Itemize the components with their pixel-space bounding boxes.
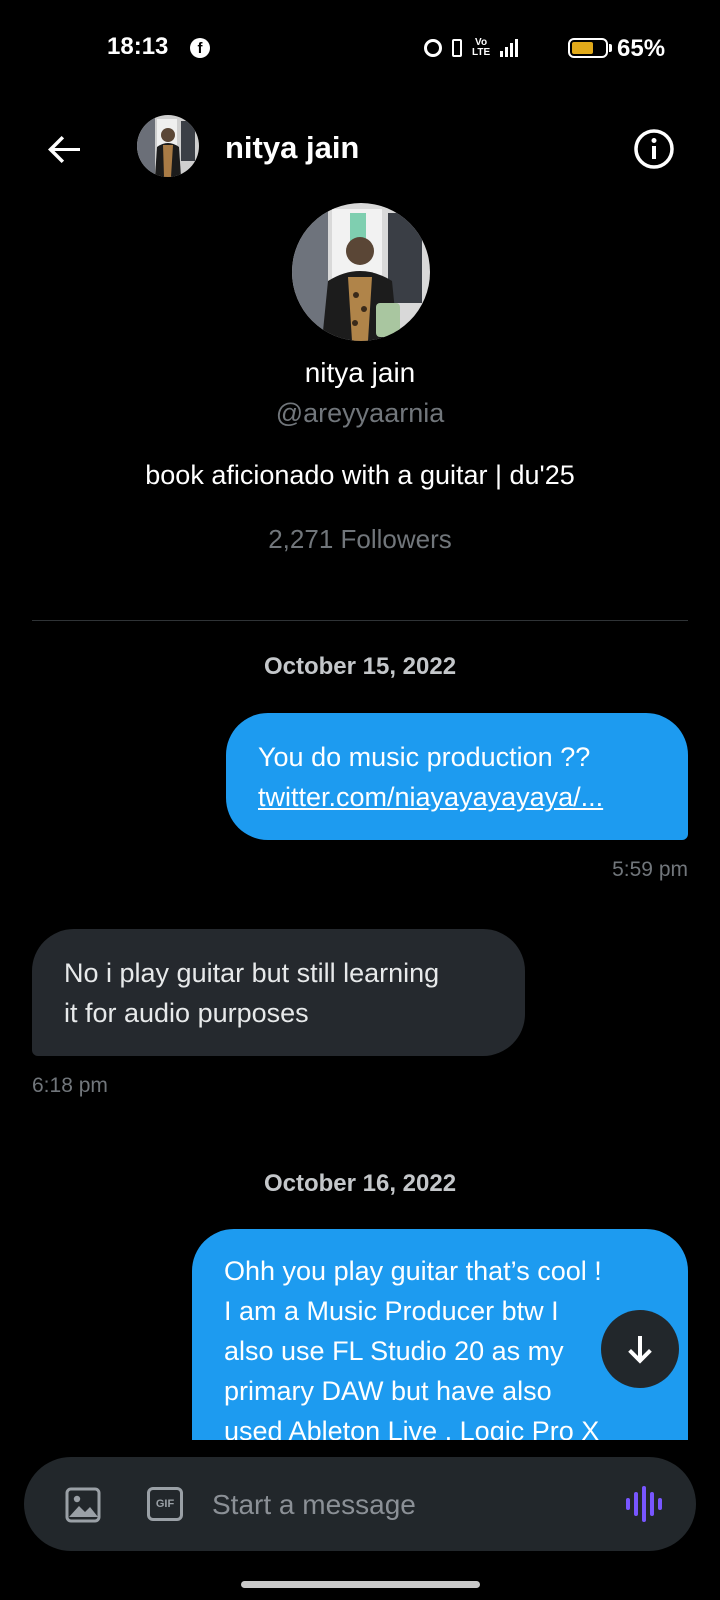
battery-percentage: 65% (617, 35, 666, 62)
date-separator: October 15, 2022 (263, 653, 457, 680)
battery-icon (568, 38, 608, 58)
header-avatar[interactable] (137, 115, 199, 177)
image-button[interactable] (64, 1486, 102, 1524)
image-icon (65, 1487, 101, 1523)
signal-icon (500, 39, 519, 57)
arrow-left-icon (48, 136, 80, 163)
header-name[interactable]: nitya jain (225, 130, 359, 166)
info-icon (634, 129, 674, 169)
message-timestamp: 5:59 pm (612, 858, 688, 881)
battery-tip (609, 44, 612, 52)
message-text-line: used Ableton Live , Logic Pro X (224, 1416, 600, 1440)
message-text-line: I am a Music Producer btw I (224, 1296, 559, 1326)
message-input[interactable] (212, 1483, 592, 1527)
voice-message-button[interactable] (624, 1484, 666, 1524)
divider (32, 620, 688, 621)
message-timestamp: 6:18 pm (32, 1074, 108, 1097)
profile-handle: @areyyaarnia (275, 398, 445, 428)
profile-name: nitya jain (304, 357, 416, 388)
voice-waveform-icon (626, 1486, 662, 1522)
gif-button[interactable]: GIF (147, 1487, 183, 1521)
home-indicator (241, 1581, 480, 1588)
message-link[interactable]: twitter.com/niayayayayaya/... (258, 782, 603, 812)
status-icons: Vo LTE (424, 36, 519, 60)
status-time: 18:13 (107, 33, 169, 60)
message-text-line: it for audio purposes (64, 998, 309, 1028)
alarm-icon (424, 39, 442, 57)
message-bubble-incoming[interactable]: No i play guitar but still learning it f… (32, 929, 525, 1056)
volte-icon: Vo LTE (472, 37, 491, 58)
message-text-line: Ohh you play guitar that’s cool ! (224, 1256, 602, 1286)
info-button[interactable] (633, 128, 675, 170)
facebook-notification-icon: f (190, 38, 210, 58)
message-text: You do music production ?? (258, 742, 591, 772)
vibrate-icon (452, 39, 462, 57)
followers-count[interactable]: 2,271 Followers (0, 524, 720, 555)
message-text-line: primary DAW but have also (224, 1376, 552, 1406)
profile-avatar[interactable] (292, 203, 430, 341)
scroll-to-bottom-button[interactable] (601, 1310, 679, 1388)
date-separator: October 16, 2022 (263, 1170, 457, 1197)
message-text-line: also use FL Studio 20 as my (224, 1336, 564, 1366)
message-text-line: No i play guitar but still learning (64, 958, 440, 988)
message-bubble-outgoing[interactable]: You do music production ?? twitter.com/n… (226, 713, 688, 840)
arrow-down-icon (628, 1336, 652, 1364)
back-button[interactable] (40, 126, 88, 174)
profile-bio: book aficionado with a guitar | du'25 (145, 460, 575, 490)
